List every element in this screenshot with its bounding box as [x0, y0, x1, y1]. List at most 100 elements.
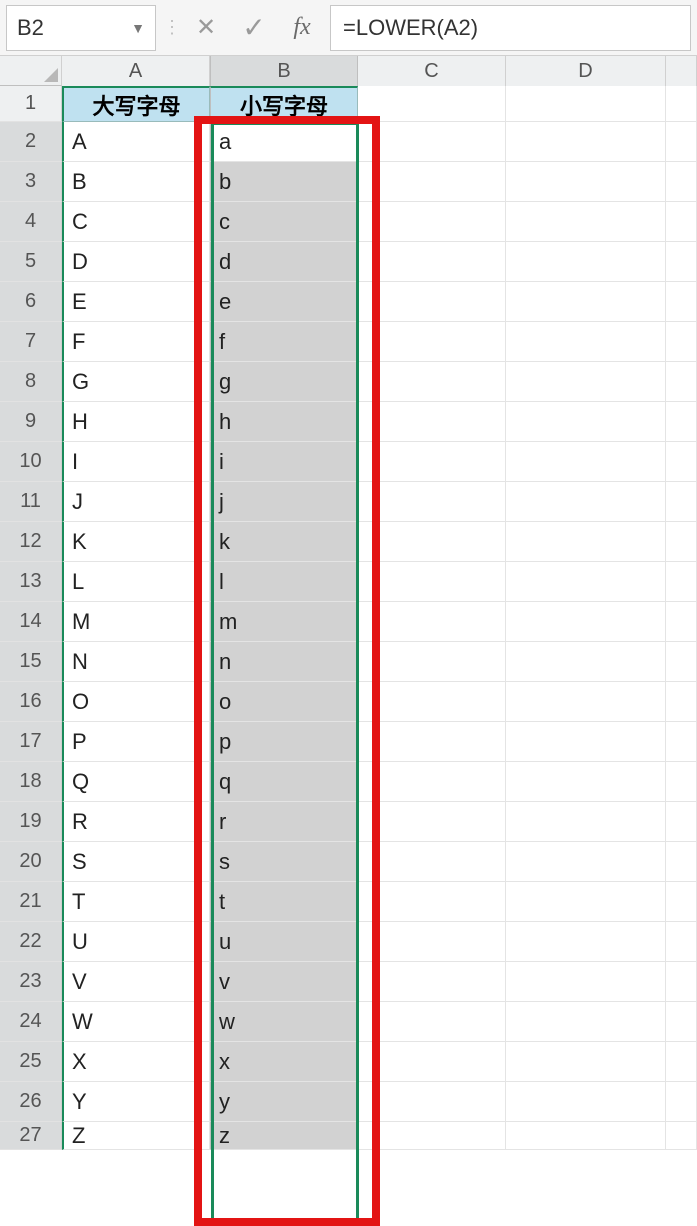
- cell-B24[interactable]: w: [210, 1002, 358, 1042]
- cell-B5[interactable]: d: [210, 242, 358, 282]
- cell-C1[interactable]: [358, 86, 506, 122]
- cell-D23[interactable]: [506, 962, 666, 1002]
- cell-A8[interactable]: G: [62, 362, 210, 402]
- cell-A13[interactable]: L: [62, 562, 210, 602]
- cell-E15[interactable]: [666, 642, 697, 682]
- row-header[interactable]: 6: [0, 282, 62, 322]
- cell-D7[interactable]: [506, 322, 666, 362]
- cell-B3[interactable]: b: [210, 162, 358, 202]
- row-header[interactable]: 5: [0, 242, 62, 282]
- cell-D9[interactable]: [506, 402, 666, 442]
- cell-E18[interactable]: [666, 762, 697, 802]
- cell-D15[interactable]: [506, 642, 666, 682]
- cell-E10[interactable]: [666, 442, 697, 482]
- cell-C13[interactable]: [358, 562, 506, 602]
- cell-C17[interactable]: [358, 722, 506, 762]
- cell-D2[interactable]: [506, 122, 666, 162]
- insert-function-button[interactable]: fx: [278, 5, 326, 51]
- cell-D18[interactable]: [506, 762, 666, 802]
- name-box[interactable]: B2 ▼: [6, 5, 156, 51]
- cell-A7[interactable]: F: [62, 322, 210, 362]
- row-header[interactable]: 15: [0, 642, 62, 682]
- cell-D16[interactable]: [506, 682, 666, 722]
- cell-B13[interactable]: l: [210, 562, 358, 602]
- cell-E17[interactable]: [666, 722, 697, 762]
- cell-B18[interactable]: q: [210, 762, 358, 802]
- cancel-formula-button[interactable]: ✕: [182, 5, 230, 51]
- formula-input[interactable]: =LOWER(A2): [330, 5, 691, 51]
- cell-C10[interactable]: [358, 442, 506, 482]
- col-header-B[interactable]: B: [210, 56, 358, 86]
- cell-A17[interactable]: P: [62, 722, 210, 762]
- cell-A12[interactable]: K: [62, 522, 210, 562]
- cell-C15[interactable]: [358, 642, 506, 682]
- row-header[interactable]: 21: [0, 882, 62, 922]
- cell-B8[interactable]: g: [210, 362, 358, 402]
- row-header[interactable]: 25: [0, 1042, 62, 1082]
- cell-B22[interactable]: u: [210, 922, 358, 962]
- row-header[interactable]: 14: [0, 602, 62, 642]
- cell-B11[interactable]: j: [210, 482, 358, 522]
- cell-E26[interactable]: [666, 1082, 697, 1122]
- cell-C6[interactable]: [358, 282, 506, 322]
- cell-B26[interactable]: y: [210, 1082, 358, 1122]
- row-header[interactable]: 9: [0, 402, 62, 442]
- cell-E2[interactable]: [666, 122, 697, 162]
- cell-B16[interactable]: o: [210, 682, 358, 722]
- row-header[interactable]: 22: [0, 922, 62, 962]
- cell-C8[interactable]: [358, 362, 506, 402]
- cell-D11[interactable]: [506, 482, 666, 522]
- cell-C19[interactable]: [358, 802, 506, 842]
- cell-B17[interactable]: p: [210, 722, 358, 762]
- cell-E4[interactable]: [666, 202, 697, 242]
- cell-A11[interactable]: J: [62, 482, 210, 522]
- cell-D20[interactable]: [506, 842, 666, 882]
- cell-C25[interactable]: [358, 1042, 506, 1082]
- cell-C11[interactable]: [358, 482, 506, 522]
- cell-C9[interactable]: [358, 402, 506, 442]
- col-header-C[interactable]: C: [358, 56, 506, 86]
- cell-B14[interactable]: m: [210, 602, 358, 642]
- cell-E8[interactable]: [666, 362, 697, 402]
- cell-C5[interactable]: [358, 242, 506, 282]
- cell-A1[interactable]: 大写字母: [62, 86, 210, 122]
- cell-C20[interactable]: [358, 842, 506, 882]
- cell-E19[interactable]: [666, 802, 697, 842]
- row-header[interactable]: 16: [0, 682, 62, 722]
- cell-C7[interactable]: [358, 322, 506, 362]
- row-header[interactable]: 23: [0, 962, 62, 1002]
- cell-B12[interactable]: k: [210, 522, 358, 562]
- cell-A19[interactable]: R: [62, 802, 210, 842]
- cell-A23[interactable]: V: [62, 962, 210, 1002]
- cell-E22[interactable]: [666, 922, 697, 962]
- cell-E20[interactable]: [666, 842, 697, 882]
- cell-E7[interactable]: [666, 322, 697, 362]
- row-header[interactable]: 10: [0, 442, 62, 482]
- cell-A4[interactable]: C: [62, 202, 210, 242]
- cell-A18[interactable]: Q: [62, 762, 210, 802]
- cell-B23[interactable]: v: [210, 962, 358, 1002]
- col-header-D[interactable]: D: [506, 56, 666, 86]
- cell-E9[interactable]: [666, 402, 697, 442]
- cell-A6[interactable]: E: [62, 282, 210, 322]
- cell-B19[interactable]: r: [210, 802, 358, 842]
- row-header[interactable]: 8: [0, 362, 62, 402]
- cell-E1[interactable]: [666, 86, 697, 122]
- cell-C4[interactable]: [358, 202, 506, 242]
- col-header-A[interactable]: A: [62, 56, 210, 86]
- row-header[interactable]: 20: [0, 842, 62, 882]
- cell-D1[interactable]: [506, 86, 666, 122]
- cell-C24[interactable]: [358, 1002, 506, 1042]
- cell-C2[interactable]: [358, 122, 506, 162]
- cell-B20[interactable]: s: [210, 842, 358, 882]
- cell-C14[interactable]: [358, 602, 506, 642]
- cell-A26[interactable]: Y: [62, 1082, 210, 1122]
- cell-B25[interactable]: x: [210, 1042, 358, 1082]
- cell-E24[interactable]: [666, 1002, 697, 1042]
- col-header-E[interactable]: [666, 56, 697, 86]
- cell-E25[interactable]: [666, 1042, 697, 1082]
- cell-A22[interactable]: U: [62, 922, 210, 962]
- row-header[interactable]: 3: [0, 162, 62, 202]
- cell-A20[interactable]: S: [62, 842, 210, 882]
- row-header[interactable]: 19: [0, 802, 62, 842]
